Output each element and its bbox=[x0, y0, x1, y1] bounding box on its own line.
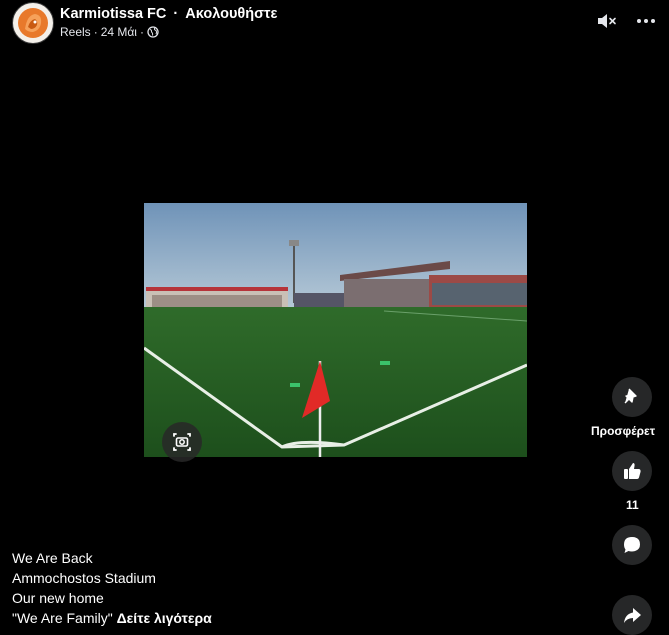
caption-line: Our new home bbox=[12, 590, 104, 606]
post-type-link[interactable]: Reels bbox=[60, 25, 91, 39]
post-title: Karmiotissa FC · Ακολουθήστε bbox=[60, 6, 277, 22]
more-options-button[interactable] bbox=[633, 8, 659, 34]
share-arrow-icon bbox=[624, 608, 641, 623]
page-name-link[interactable]: Karmiotissa FC bbox=[60, 6, 166, 22]
visual-search-button[interactable] bbox=[162, 422, 202, 462]
see-less-link[interactable]: Δείτε λιγότερα bbox=[117, 610, 212, 626]
share-button[interactable] bbox=[612, 595, 652, 635]
club-logo-icon bbox=[14, 4, 52, 42]
visual-search-icon bbox=[173, 433, 191, 451]
follow-button[interactable]: Ακολουθήστε bbox=[185, 6, 277, 22]
globe-icon bbox=[147, 26, 159, 38]
offer-button[interactable] bbox=[612, 377, 652, 417]
mute-button[interactable] bbox=[593, 8, 619, 34]
post-date-link[interactable]: 24 Μάι bbox=[101, 25, 137, 39]
caption-last-line: "We Are Family" Δείτε λιγότερα bbox=[12, 608, 212, 628]
comment-bubble-icon bbox=[624, 537, 640, 553]
stadium-video-frame bbox=[144, 203, 527, 457]
more-options-icon bbox=[637, 19, 655, 23]
like-button[interactable] bbox=[612, 451, 652, 491]
like-count: 11 bbox=[626, 498, 639, 512]
caption-line: "We Are Family" bbox=[12, 610, 113, 626]
comment-button[interactable] bbox=[612, 525, 652, 565]
magic-pin-icon bbox=[624, 388, 637, 404]
reel-caption: We Are Back Ammochostos Stadium Our new … bbox=[12, 548, 212, 628]
offer-label[interactable]: Προσφέρετ bbox=[591, 424, 655, 438]
speaker-muted-icon bbox=[598, 14, 616, 28]
page-avatar[interactable] bbox=[12, 2, 54, 44]
title-separator: · bbox=[173, 6, 179, 22]
meta-separator-2: · bbox=[139, 25, 144, 39]
post-header: Karmiotissa FC · Ακολουθήστε Reels · 24 … bbox=[12, 2, 659, 44]
post-meta: Reels · 24 Μάι · bbox=[60, 25, 159, 39]
caption-line: We Are Back bbox=[12, 550, 93, 566]
header-controls bbox=[593, 8, 659, 34]
thumbs-up-icon bbox=[624, 463, 641, 479]
reel-video[interactable] bbox=[144, 203, 527, 457]
caption-line: Ammochostos Stadium bbox=[12, 570, 156, 586]
meta-separator: · bbox=[93, 25, 98, 39]
